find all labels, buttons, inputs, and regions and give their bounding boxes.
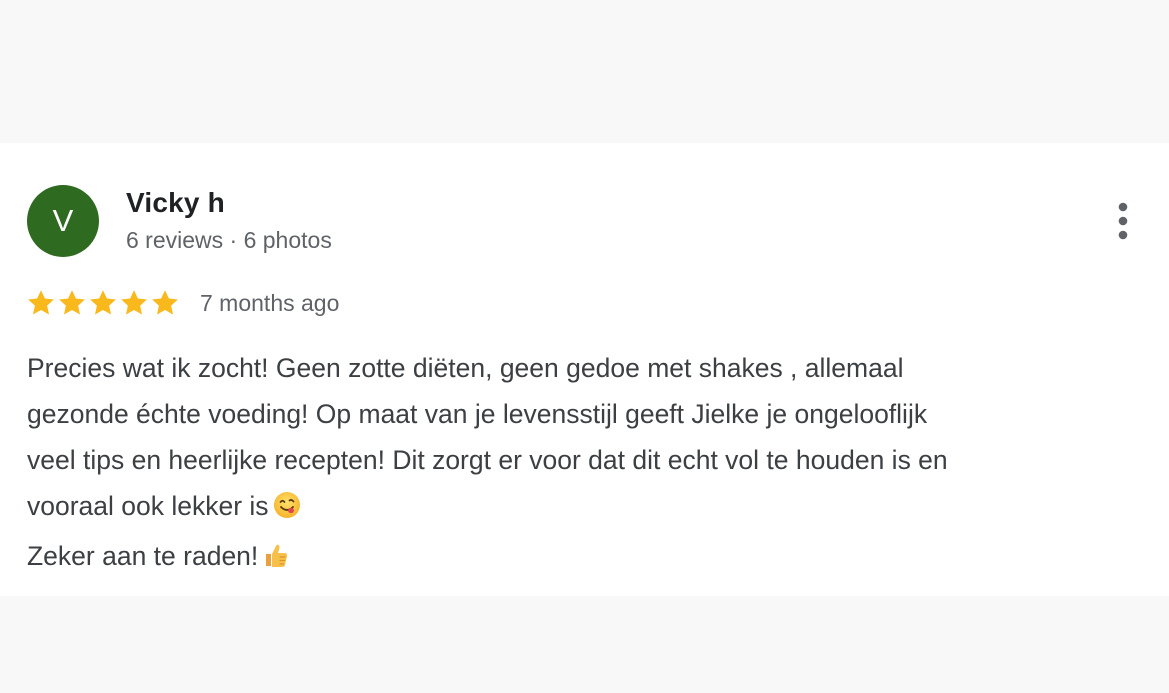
star-icon bbox=[28, 290, 54, 315]
star-icon bbox=[90, 290, 116, 315]
review-line: vooraal ook lekker is bbox=[27, 483, 1142, 533]
thumbs-up-emoji bbox=[262, 537, 290, 583]
face-savoring-food-emoji bbox=[273, 487, 301, 533]
review-card: V Vicky h 6 reviews · 6 photos 7 months … bbox=[0, 143, 1169, 596]
review-line: gezonde échte voeding! Op maat van je le… bbox=[27, 399, 928, 429]
review-line: veel tips en heerlijke recepten! Dit zor… bbox=[27, 445, 948, 475]
star-icon bbox=[152, 290, 178, 315]
avatar[interactable]: V bbox=[27, 185, 99, 257]
review-line: Precies wat ik zocht! Geen zotte diëten,… bbox=[27, 353, 904, 383]
review-line: Zeker aan te raden! bbox=[27, 533, 1142, 583]
review-line-text: vooraal ook lekker is bbox=[27, 491, 269, 521]
review-time: 7 months ago bbox=[200, 290, 340, 316]
review-text: Precies wat ik zocht! Geen zotte diëten,… bbox=[27, 345, 1142, 583]
star-icon bbox=[121, 290, 147, 315]
review-line-text: Zeker aan te raden! bbox=[27, 541, 259, 571]
more-options-button[interactable] bbox=[1108, 199, 1138, 243]
author-meta[interactable]: 6 reviews · 6 photos bbox=[126, 227, 332, 254]
star-rating bbox=[26, 288, 180, 318]
star-icon bbox=[59, 290, 85, 315]
author-name[interactable]: Vicky h bbox=[126, 187, 225, 219]
more-vert-icon bbox=[1118, 202, 1128, 240]
